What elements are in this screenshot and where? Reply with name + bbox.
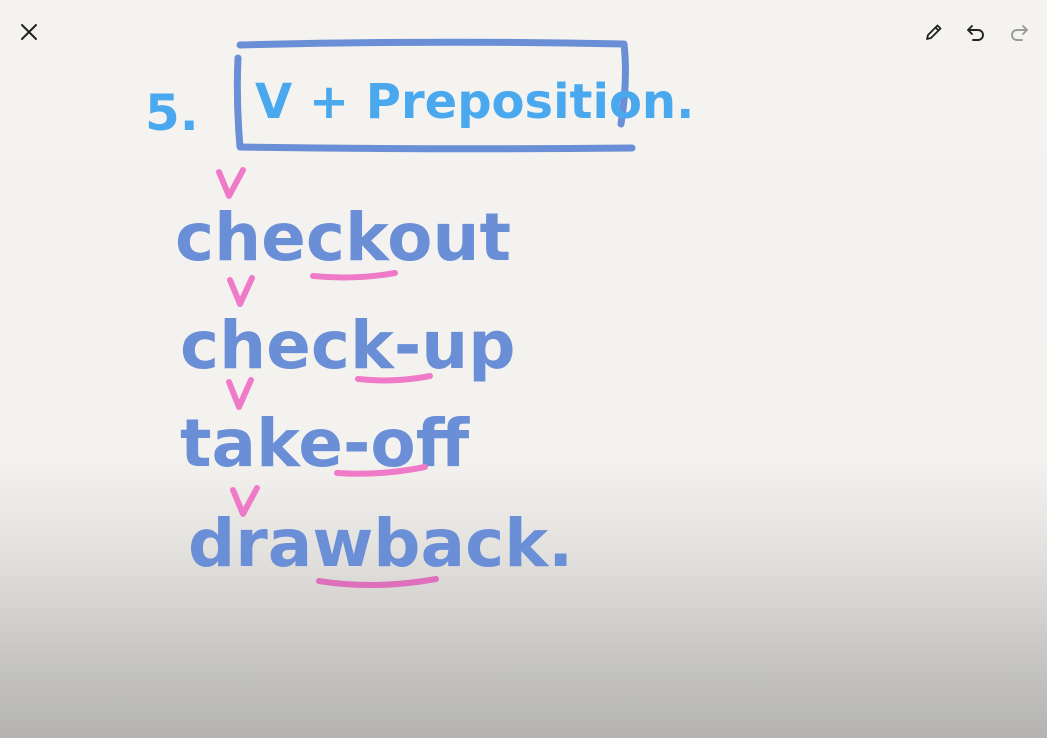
check-mark bbox=[216, 167, 246, 199]
word-text: check-up bbox=[180, 307, 516, 384]
list-item: drawback. bbox=[188, 485, 573, 589]
check-mark bbox=[226, 377, 254, 410]
word-text: take-off bbox=[180, 405, 471, 482]
item-number: 5. bbox=[145, 84, 199, 142]
heading-text: V + Preposition. bbox=[255, 74, 694, 130]
list-item: check-up bbox=[180, 275, 516, 384]
word-list: checkout check-up take-off drawback. bbox=[175, 167, 573, 589]
word-text: checkout bbox=[175, 199, 511, 276]
list-item: checkout bbox=[175, 167, 511, 281]
list-item: take-off bbox=[180, 377, 471, 482]
word-text: drawback. bbox=[188, 505, 573, 582]
note-canvas[interactable]: 5. V + Preposition. checkout check-up ta… bbox=[0, 0, 1047, 738]
check-mark bbox=[227, 275, 255, 307]
